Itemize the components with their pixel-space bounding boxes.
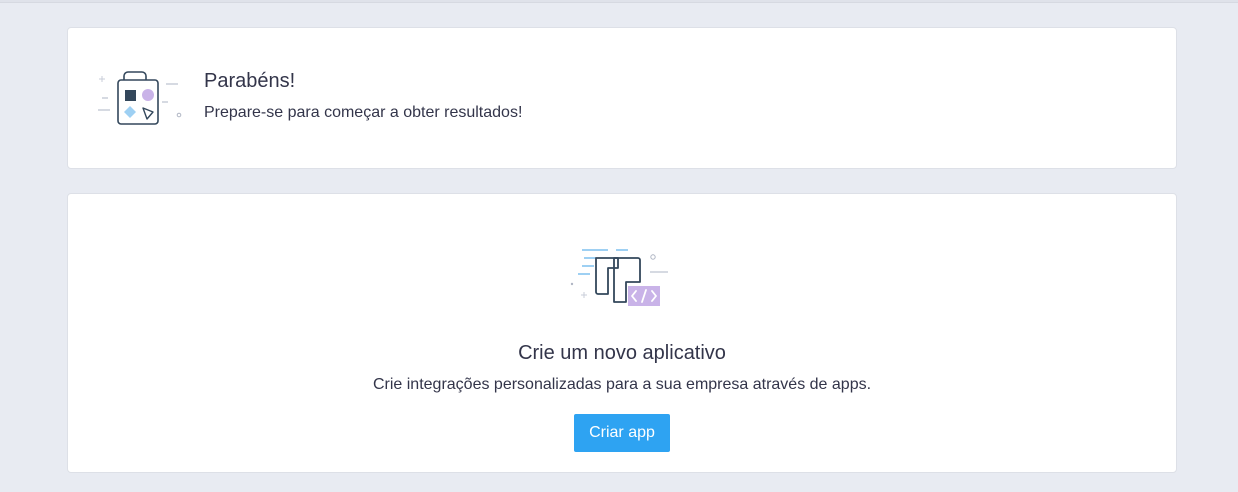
app-code-icon	[570, 249, 668, 306]
welcome-subtitle: Prepare-se para começar a obter resultad…	[204, 104, 523, 121]
welcome-card: Parabéns! Prepare-se para começar a obte…	[67, 27, 1177, 169]
create-app-card: Crie um novo aplicativo Crie integrações…	[67, 193, 1177, 473]
create-app-title: Crie um novo aplicativo	[518, 342, 726, 364]
welcome-title: Parabéns!	[204, 70, 296, 92]
create-app-subtitle: Crie integrações personalizadas para a s…	[372, 376, 872, 393]
create-app-button[interactable]: Criar app	[574, 414, 670, 452]
top-border	[0, 0, 1238, 3]
shopping-bag-icon	[98, 71, 182, 125]
